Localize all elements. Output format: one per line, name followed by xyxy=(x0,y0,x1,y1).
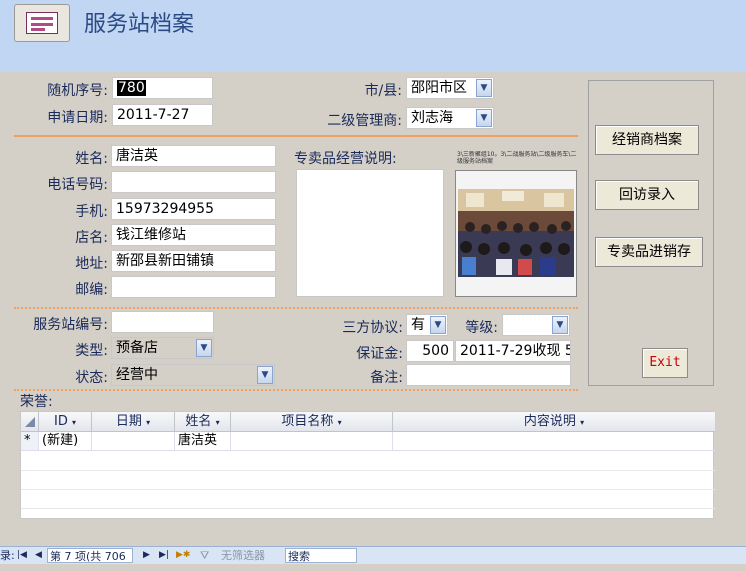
column-header-date[interactable]: 日期 ▾ xyxy=(92,412,175,432)
honor-label: 荣誉: xyxy=(20,394,53,410)
grade-label: 等级: xyxy=(465,320,498,336)
new-record-icon[interactable]: ▶✱ xyxy=(176,548,190,563)
grid-line xyxy=(21,489,715,490)
honor-grid[interactable]: ID ▾ 日期 ▾ 姓名 ▾ 项目名称 ▾ 内容说明 ▾ * (新建) 唐洁英 xyxy=(20,411,715,519)
name-label: 姓名: xyxy=(75,151,108,167)
column-header-content[interactable]: 内容说明 ▾ xyxy=(393,412,715,432)
page-title: 服务站档案 xyxy=(84,12,195,37)
remark-label: 备注: xyxy=(370,370,403,386)
chevron-down-icon[interactable]: ▾ xyxy=(580,418,584,427)
separator xyxy=(14,135,578,137)
new-row-name[interactable]: 唐洁英 xyxy=(175,432,231,451)
special-desc-label: 专卖品经营说明: xyxy=(294,151,397,167)
exit-button[interactable]: Exit xyxy=(642,348,688,378)
deposit-note[interactable]: 2011-7-29收现 5 xyxy=(455,340,571,362)
next-record-icon[interactable]: ▶ xyxy=(143,548,150,563)
status-select[interactable]: 经营中 ▼ xyxy=(111,364,275,386)
chevron-down-icon[interactable]: ▼ xyxy=(552,316,568,334)
special-inventory-button[interactable]: 专卖品进销存 xyxy=(595,237,703,267)
apply-date-label: 申请日期: xyxy=(47,110,108,126)
previous-record-icon[interactable]: ◀ xyxy=(35,548,42,563)
separator xyxy=(14,389,578,391)
new-row-content[interactable] xyxy=(393,432,715,451)
manager-label: 二级管理商: xyxy=(327,113,402,129)
phone-label: 电话号码: xyxy=(47,177,108,193)
tripartite-label: 三方协议: xyxy=(342,320,403,336)
chevron-down-icon[interactable]: ▼ xyxy=(476,79,492,97)
new-row-project[interactable] xyxy=(231,432,393,451)
column-header-project[interactable]: 项目名称 ▾ xyxy=(231,412,393,432)
new-row-marker[interactable]: * xyxy=(21,432,39,451)
search-input[interactable]: 搜索 xyxy=(285,548,357,563)
grid-line xyxy=(21,508,715,509)
manager-select[interactable]: 刘志海 ▼ xyxy=(406,107,494,129)
record-label: 录: xyxy=(0,549,15,562)
chevron-down-icon[interactable]: ▾ xyxy=(146,418,150,427)
remark-field[interactable] xyxy=(406,364,571,386)
last-record-icon[interactable]: ▶| xyxy=(159,548,169,563)
chevron-down-icon[interactable]: ▼ xyxy=(430,316,446,334)
first-record-icon[interactable]: |◀ xyxy=(17,548,27,563)
new-row-date[interactable] xyxy=(92,432,175,451)
bottom-strip xyxy=(0,564,746,571)
type-label: 类型: xyxy=(75,343,108,359)
select-all-corner[interactable] xyxy=(21,412,39,432)
special-desc-field[interactable] xyxy=(296,169,444,297)
deposit-amount[interactable]: 500 xyxy=(406,340,454,362)
current-record-field[interactable]: 第 7 项(共 706 xyxy=(47,548,133,563)
chevron-down-icon[interactable]: ▼ xyxy=(196,339,212,357)
postcode-field[interactable] xyxy=(111,276,276,298)
phone-field[interactable] xyxy=(111,171,276,193)
new-row-id[interactable]: (新建) xyxy=(39,432,92,451)
station-no-field[interactable] xyxy=(111,311,214,333)
filter-icon[interactable]: ⛛ xyxy=(200,548,209,563)
name-field[interactable]: 唐洁英 xyxy=(111,145,276,167)
filter-status[interactable]: 无筛选器 xyxy=(221,548,265,563)
shop-field[interactable]: 钱江维修站 xyxy=(111,224,276,246)
address-field[interactable]: 新邵县新田铺镇 xyxy=(111,250,276,272)
tripartite-select[interactable]: 有 ▼ xyxy=(406,314,448,336)
mobile-label: 手机: xyxy=(75,204,108,220)
column-header-name[interactable]: 姓名 ▾ xyxy=(175,412,231,432)
chevron-down-icon[interactable]: ▾ xyxy=(72,418,76,427)
status-label: 状态: xyxy=(75,370,108,386)
chevron-down-icon[interactable]: ▼ xyxy=(257,366,273,384)
station-photo[interactable] xyxy=(455,170,577,297)
grid-line xyxy=(21,470,715,471)
chevron-down-icon[interactable]: ▼ xyxy=(476,109,492,127)
address-label: 地址: xyxy=(75,256,108,272)
city-select[interactable]: 邵阳市区 ▼ xyxy=(406,77,494,99)
visit-entry-button[interactable]: 回访录入 xyxy=(595,180,699,210)
dealer-archive-button[interactable]: 经销商档案 xyxy=(595,125,699,155)
type-select[interactable]: 预备店 ▼ xyxy=(111,337,214,359)
deposit-label: 保证金: xyxy=(356,346,403,362)
form-icon xyxy=(14,4,70,42)
column-header-id[interactable]: ID ▾ xyxy=(39,412,92,432)
city-label: 市/县: xyxy=(364,83,402,99)
station-no-label: 服务站编号: xyxy=(33,317,108,333)
random-no-label: 随机序号: xyxy=(47,83,108,99)
photo-caption: 3\三新聚组10。3\二战服务站\二级服务车\二级服务站档案 xyxy=(457,151,577,165)
apply-date-field[interactable]: 2011-7-27 xyxy=(112,104,213,126)
random-no-field[interactable]: 780 xyxy=(112,77,213,99)
record-navigation-bar: 录: |◀ ◀ 第 7 项(共 706 ▶ ▶| ▶✱ ⛛ 无筛选器 搜索 xyxy=(0,546,746,564)
separator xyxy=(14,307,578,309)
shop-label: 店名: xyxy=(75,230,108,246)
chevron-down-icon[interactable]: ▾ xyxy=(216,418,220,427)
chevron-down-icon[interactable]: ▾ xyxy=(338,418,342,427)
grade-select[interactable]: ▼ xyxy=(502,314,570,336)
postcode-label: 邮编: xyxy=(75,282,108,298)
mobile-field[interactable]: 15973294955 xyxy=(111,198,276,220)
